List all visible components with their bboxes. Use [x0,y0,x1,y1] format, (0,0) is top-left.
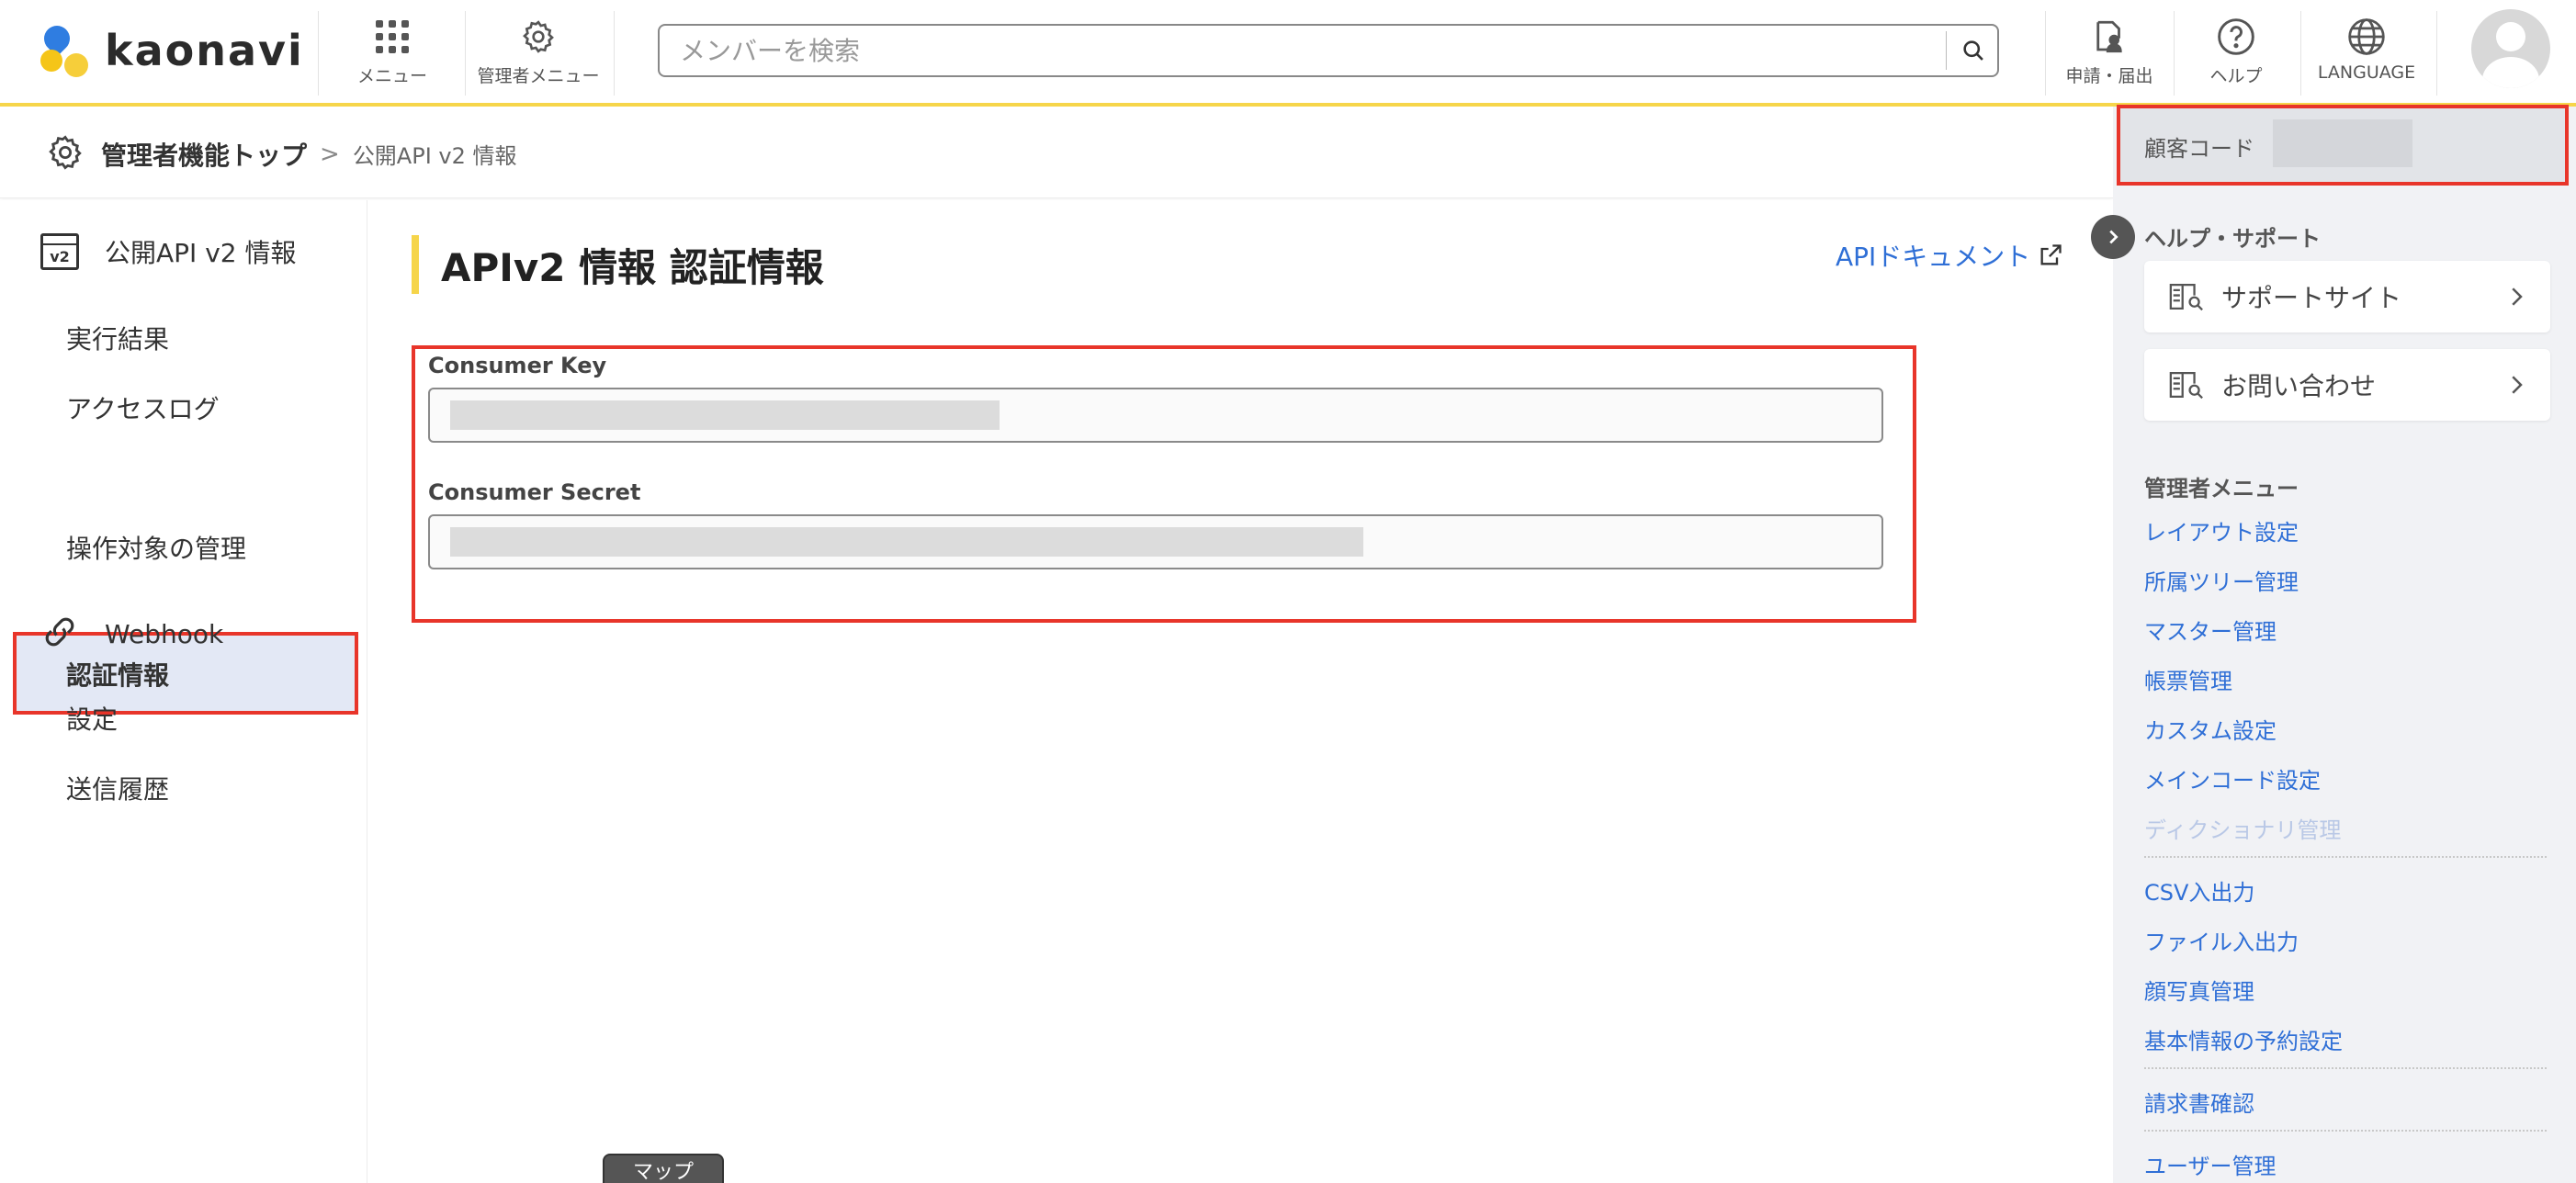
map-tab[interactable]: マップ [603,1154,724,1183]
search-input[interactable] [680,26,1948,75]
breadcrumb: 管理者機能トップ > 公開API v2 情報 [0,110,2113,198]
collapse-sidebar-button[interactable] [2091,215,2135,259]
search-icon [1963,40,1983,61]
request-label: 申請・届出 [2065,66,2153,86]
external-link-icon [2040,244,2062,265]
admin-link-org-tree[interactable]: 所属ツリー管理 [2144,564,2299,596]
book-search-icon [2168,282,2205,311]
admin-link-master[interactable]: マスター管理 [2144,614,2277,646]
admin-menu-label: 管理者メニュー [477,66,600,86]
consumer-key-field[interactable] [428,388,1883,443]
admin-link-file[interactable]: ファイル入出力 [2144,924,2299,956]
admin-menu-title: 管理者メニュー [2144,476,2299,501]
masked-value [450,527,1363,557]
logo-mark-icon [39,20,97,79]
header-divider [614,11,615,96]
api-document-link[interactable]: APIドキュメント [1836,237,2063,274]
chevron-right-icon [2109,230,2118,244]
page-title: APIv2 情報 認証情報 [441,244,824,290]
globe-icon [2346,17,2387,57]
consumer-key-label: Consumer Key [428,353,607,378]
book-search-icon [2168,370,2205,400]
admin-link-photos[interactable]: 顔写真管理 [2144,974,2254,1006]
menu-button[interactable]: メニュー [355,17,430,90]
sidebar-group-webhook[interactable]: Webhook [40,610,223,658]
header-divider [2300,11,2301,96]
breadcrumb-current: 公開API v2 情報 [352,143,517,169]
sidebar-item-access-log[interactable]: アクセスログ [66,389,220,426]
contact-link[interactable]: お問い合わせ [2144,349,2550,421]
customer-code-label: 顧客コード [2144,136,2254,162]
sidebar-group-label: Webhook [105,618,224,649]
menu-divider [2144,1067,2547,1069]
admin-link-users[interactable]: ユーザー管理 [2144,1148,2277,1180]
sidebar-group-label: 公開API v2 情報 [105,238,297,268]
gear-icon [46,133,85,175]
top-header: kaonavi メニュー 管理者メニュー 申請・届出 ヘルプ [0,0,2576,107]
sidebar-item-send-history[interactable]: 送信履歴 [66,770,169,806]
grid-icon [372,17,412,57]
request-button[interactable]: 申請・届出 [2054,17,2164,90]
search-button[interactable] [1948,26,1999,75]
help-button[interactable]: ヘルプ [2186,17,2286,90]
member-search [658,24,1999,77]
consumer-secret-field[interactable] [428,514,1883,569]
chevron-right-icon [2512,376,2523,394]
language-button[interactable]: LANGUAGE [2310,17,2423,90]
kaonavi-logo[interactable]: kaonavi [39,20,304,79]
customer-code: 顧客コード [2117,105,2569,186]
header-divider [465,11,466,96]
menu-label: メニュー [356,66,427,86]
menu-divider [2144,1130,2547,1132]
admin-link-dictionary: ディクショナリ管理 [2144,817,2342,843]
header-divider [318,11,319,96]
help-support-title: ヘルプ・サポート [2144,226,2321,252]
help-circle-icon [2216,17,2256,57]
consumer-secret-label: Consumer Secret [428,479,641,505]
menu-divider [2144,856,2547,858]
api-document-link-label: APIドキュメント [1836,242,2031,272]
sidebar-item-target-management[interactable]: 操作対象の管理 [66,529,246,566]
contact-label: お問い合わせ [2221,371,2377,401]
user-avatar[interactable] [2471,9,2550,88]
api-v2-icon: v2 [40,233,79,270]
breadcrumb-admin-top[interactable]: 管理者機能トップ [101,136,307,173]
link-chain-icon [40,610,79,658]
customer-code-value [2273,119,2412,167]
admin-menu-button[interactable]: 管理者メニュー [474,17,603,90]
page-title-wrap: APIv2 情報 認証情報 [412,235,824,294]
credentials-panel: Consumer Key Consumer Secret [412,345,1916,623]
gear-icon [518,17,559,57]
breadcrumb-separator: > [320,140,340,168]
language-label: LANGUAGE [2317,62,2416,83]
logo-text: kaonavi [105,26,304,75]
header-divider [2436,11,2437,96]
left-sidebar: v2 公開API v2 情報 実行結果 アクセスログ 認証情報 操作対象の管理 … [0,200,367,1183]
sidebar-item-settings[interactable]: 設定 [66,700,118,737]
admin-link-forms[interactable]: 帳票管理 [2144,663,2232,695]
admin-link-layout[interactable]: レイアウト設定 [2144,514,2299,546]
support-site-label: サポートサイト [2221,283,2402,313]
help-label: ヘルプ [2209,66,2263,86]
support-site-link[interactable]: サポートサイト [2144,261,2550,332]
masked-value [450,400,1000,430]
admin-link-custom[interactable]: カスタム設定 [2144,713,2277,745]
sidebar-item-execution-results[interactable]: 実行結果 [66,320,169,356]
admin-link-invoice[interactable]: 請求書確認 [2144,1086,2254,1118]
main-content: APIv2 情報 認証情報 APIドキュメント Consumer Key Con… [367,200,2113,1183]
right-sidebar: 顧客コード ヘルプ・サポート サポートサイト お問い合わせ 管理者メニュー レイ… [2091,105,2576,1183]
header-divider [2045,11,2046,96]
header-divider [2174,11,2175,96]
sidebar-group-api-v2[interactable]: v2 公開API v2 情報 [40,233,296,270]
request-document-icon [2089,17,2130,57]
chevron-right-icon [2512,287,2523,306]
admin-link-main-code[interactable]: メインコード設定 [2144,762,2321,794]
sidebar-item-label: 認証情報 [66,660,170,691]
admin-link-csv[interactable]: CSV入出力 [2144,874,2254,907]
admin-link-reservation[interactable]: 基本情報の予約設定 [2144,1023,2343,1055]
